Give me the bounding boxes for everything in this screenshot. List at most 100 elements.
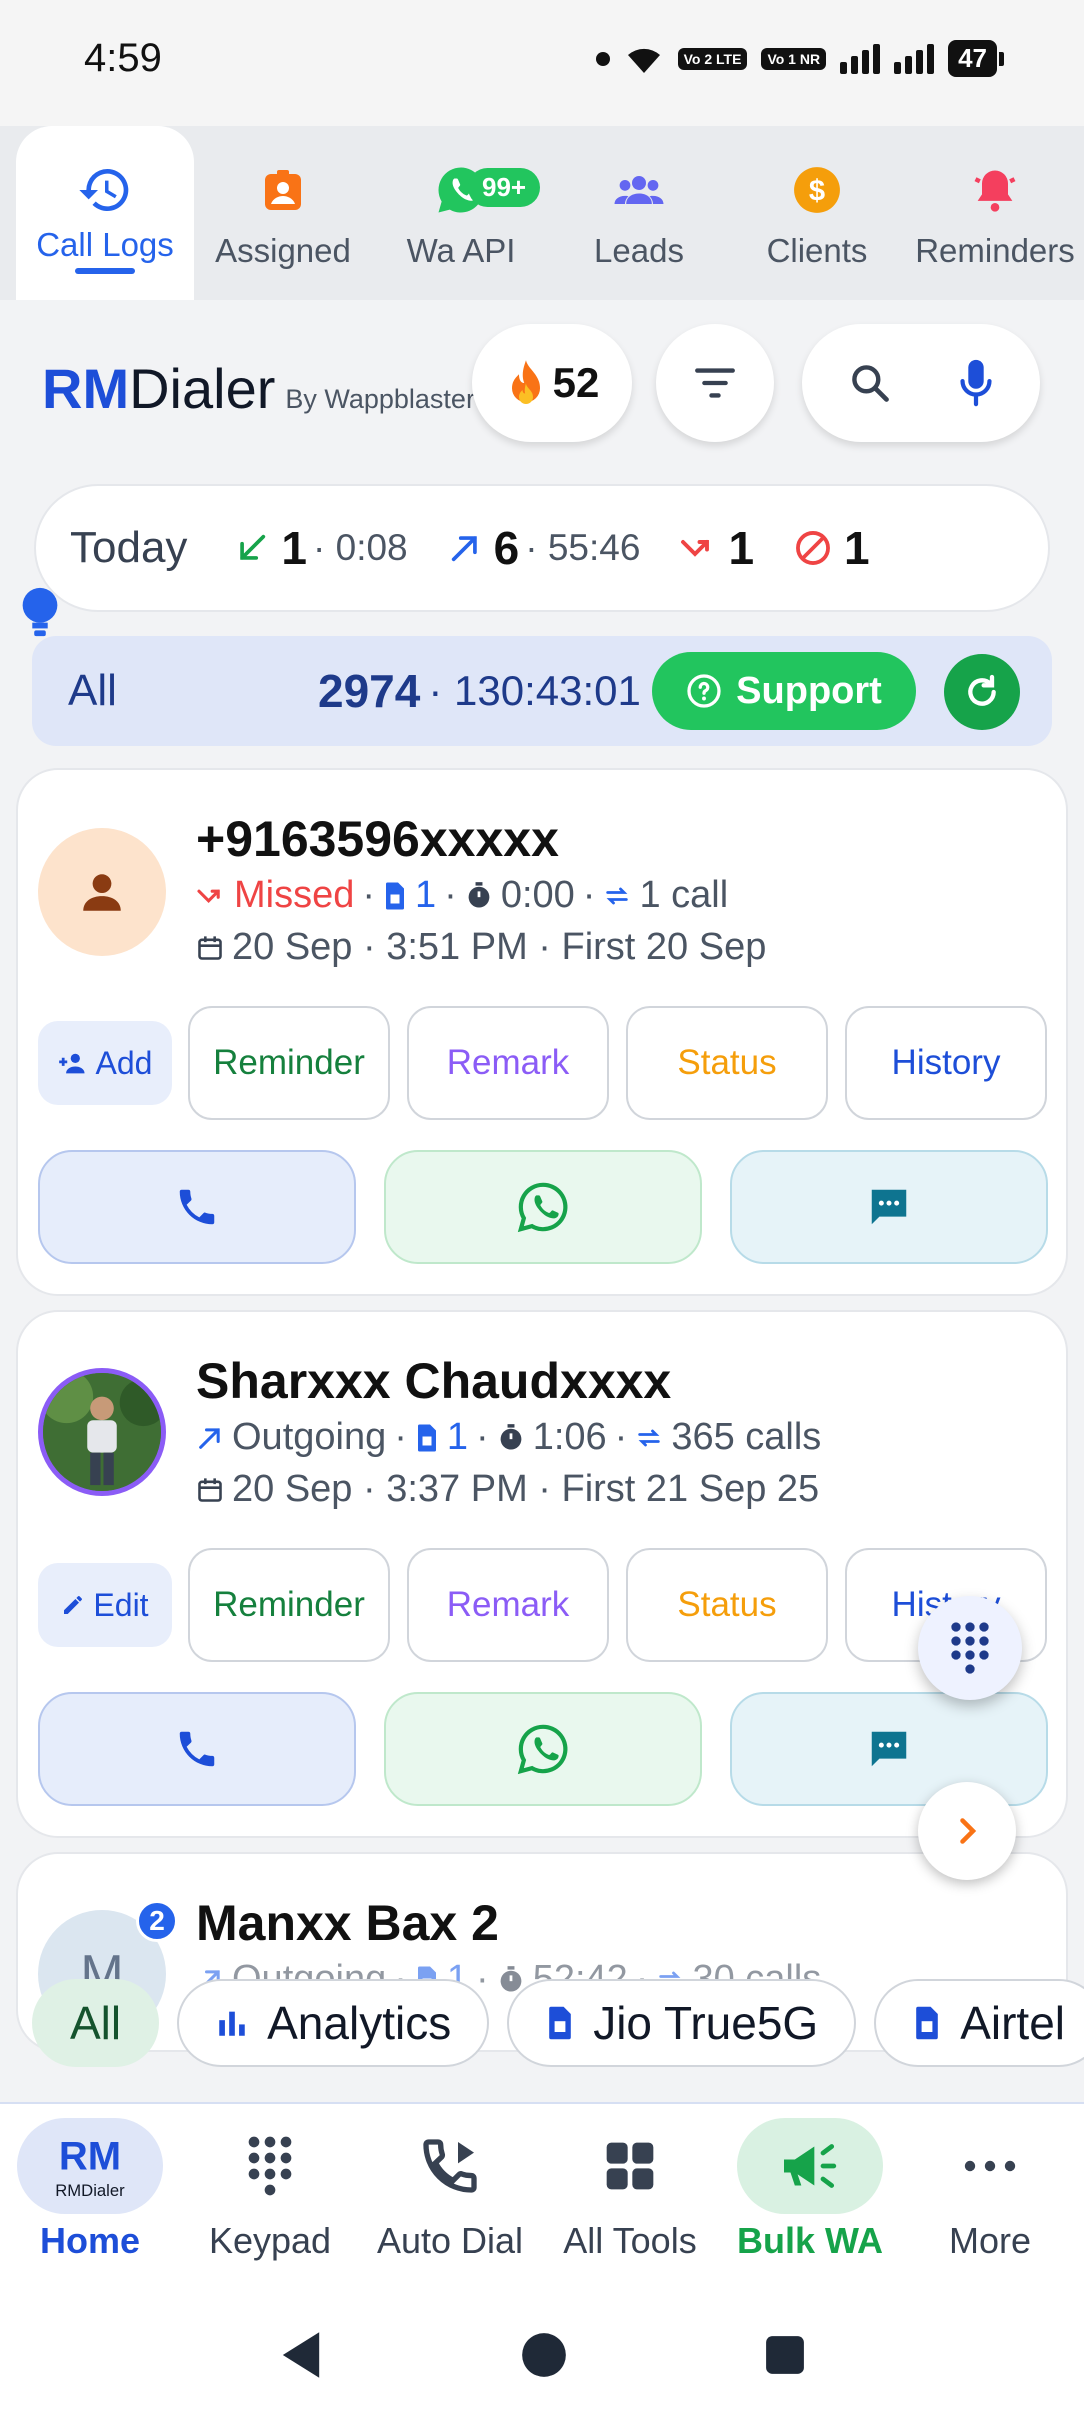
- scroll-next-button[interactable]: [918, 1782, 1016, 1880]
- total-calls-count: 2974: [318, 665, 421, 717]
- remark-button[interactable]: Remark: [407, 1006, 609, 1120]
- incoming-count: 1: [281, 522, 308, 574]
- call-duration: 0:00: [500, 874, 575, 916]
- search-bar[interactable]: [802, 324, 1040, 442]
- today-summary[interactable]: Today 1 · 0:08 6 · 55:46 1 1: [34, 484, 1050, 612]
- tab-call-logs[interactable]: Call Logs: [16, 126, 194, 300]
- message-button[interactable]: [730, 1692, 1048, 1806]
- status-button[interactable]: Status: [626, 1006, 828, 1120]
- call-log-card[interactable]: +9163596xxxxx Missed · 1 · 0:00 · 1 call 20…: [16, 768, 1068, 1296]
- nav-label: All Tools: [563, 2220, 697, 2261]
- sim-icon: [386, 882, 405, 909]
- calendar-icon: [198, 935, 222, 960]
- support-label: Support: [736, 669, 882, 712]
- status-button[interactable]: Status: [626, 1548, 828, 1662]
- card-actions: Edit Reminder Remark Status History: [38, 1548, 1064, 1662]
- refresh-button[interactable]: [944, 654, 1020, 730]
- chip-label: Airtel: [960, 1997, 1066, 2049]
- chip-airtel[interactable]: Airtel: [874, 1979, 1084, 2067]
- sim-icon: [417, 1424, 436, 1451]
- incoming-arrow-icon: [240, 534, 266, 560]
- home-icon[interactable]: [521, 2332, 567, 2378]
- keypad-icon: [197, 2118, 343, 2214]
- all-calls-bar: All 2974 · 130:43:01 Support: [32, 636, 1052, 746]
- recents-icon[interactable]: [764, 2334, 806, 2376]
- contact-name: Manxx Bax 2: [196, 1895, 499, 1951]
- tab-clients[interactable]: $ Clients: [728, 126, 906, 300]
- edit-contact-button[interactable]: Edit: [38, 1563, 172, 1647]
- call-button[interactable]: [38, 1692, 356, 1806]
- timer-icon: [468, 881, 490, 908]
- missed-count: 1: [728, 522, 755, 574]
- streak-button[interactable]: 52: [472, 324, 632, 442]
- tab-wa-api[interactable]: 99+ Wa API: [372, 126, 550, 300]
- add-label: Add: [95, 1044, 153, 1081]
- reminder-button[interactable]: Reminder: [188, 1548, 390, 1662]
- call-type: Missed: [234, 874, 355, 916]
- nav-bulk-wa[interactable]: Bulk WA: [720, 2104, 900, 2298]
- nav-label: Home: [39, 2220, 141, 2261]
- sim-number: 1: [415, 874, 437, 916]
- avatar: [38, 828, 166, 956]
- top-tabs: Call Logs Assigned 99+ Wa API Leads $ Cl…: [0, 126, 1084, 300]
- phone-icon: [179, 1189, 215, 1225]
- tab-reminders[interactable]: Reminders: [906, 126, 1084, 300]
- whatsapp-button[interactable]: [384, 1692, 702, 1806]
- history-button[interactable]: History: [845, 1006, 1047, 1120]
- lightbulb-icon[interactable]: [20, 586, 60, 640]
- message-button[interactable]: [730, 1150, 1048, 1264]
- nav-label: Keypad: [208, 2220, 332, 2261]
- group-icon: [609, 160, 669, 220]
- call-date: 20 Sep · 3:51 PM · First 20 Sep: [232, 926, 767, 968]
- whatsapp-button[interactable]: [384, 1150, 702, 1264]
- bottom-nav: RM RMDialer Home Keypad Auto Dial All Too…: [0, 2102, 1084, 2298]
- brand-by: By Wappblaster: [285, 384, 475, 414]
- missed-call-icon: [681, 540, 710, 557]
- wifi-icon: [627, 48, 660, 73]
- contact-buttons: [38, 1692, 1048, 1806]
- nav-keypad[interactable]: Keypad: [180, 2104, 360, 2298]
- battery-level: 47: [948, 40, 997, 77]
- chip-label: Jio True5G: [593, 1997, 819, 2049]
- help-icon: [687, 674, 721, 708]
- call-log-card[interactable]: Sharxxx Chaudxxxx Outgoing · 1 · 1:06 · 365…: [16, 1310, 1068, 1838]
- remark-button[interactable]: Remark: [407, 1548, 609, 1662]
- filter-button[interactable]: [656, 324, 774, 442]
- missed-summary: 1: [680, 521, 754, 575]
- nav-all-tools[interactable]: All Tools: [540, 2104, 720, 2298]
- nav-more[interactable]: More: [900, 2104, 1080, 2298]
- volte-icon: Vo 2 LTE: [677, 47, 748, 70]
- call-count: 365 calls: [671, 1416, 822, 1458]
- search-icon[interactable]: [848, 361, 892, 405]
- brand-rm: RM: [42, 357, 130, 420]
- chip-jio[interactable]: Jio True5G: [507, 1979, 857, 2067]
- incoming-summary: 1 · 0:08: [235, 521, 408, 575]
- chip-analytics[interactable]: Analytics: [177, 1979, 490, 2067]
- nav-home[interactable]: RM RMDialer Home: [0, 2104, 180, 2298]
- outgoing-count: 6: [493, 522, 520, 574]
- support-button[interactable]: Support: [652, 652, 916, 730]
- nav-auto-dial[interactable]: Auto Dial: [360, 2104, 540, 2298]
- sim-number: 1: [446, 1416, 469, 1458]
- dollar-icon: $: [787, 160, 847, 220]
- active-tab-indicator: [75, 268, 135, 274]
- filter-chips: All Analytics Jio True5G Airtel: [0, 1976, 1084, 2070]
- reminder-button[interactable]: Reminder: [188, 1006, 390, 1120]
- call-duration: 1:06: [532, 1416, 607, 1458]
- tab-leads[interactable]: Leads: [550, 126, 728, 300]
- status-bar: 4:59 Vo 2 LTE Vo 1 NR 47: [0, 0, 1084, 126]
- filter-icon: [695, 368, 735, 398]
- mic-icon[interactable]: [958, 358, 994, 408]
- back-icon[interactable]: [278, 2330, 324, 2380]
- tab-label: Reminders: [915, 232, 1075, 269]
- status-icons: Vo 2 LTE Vo 1 NR 47: [595, 40, 1004, 77]
- outgoing-arrow-icon: [199, 1427, 220, 1449]
- dialpad-fab[interactable]: [918, 1596, 1022, 1700]
- pencil-icon: [64, 1596, 83, 1614]
- dialpad-icon: [951, 1622, 989, 1674]
- call-button[interactable]: [38, 1150, 356, 1264]
- add-contact-button[interactable]: Add: [38, 1021, 172, 1105]
- svg-text:$: $: [809, 175, 825, 207]
- chip-all[interactable]: All: [32, 1979, 160, 2067]
- tab-assigned[interactable]: Assigned: [194, 126, 372, 300]
